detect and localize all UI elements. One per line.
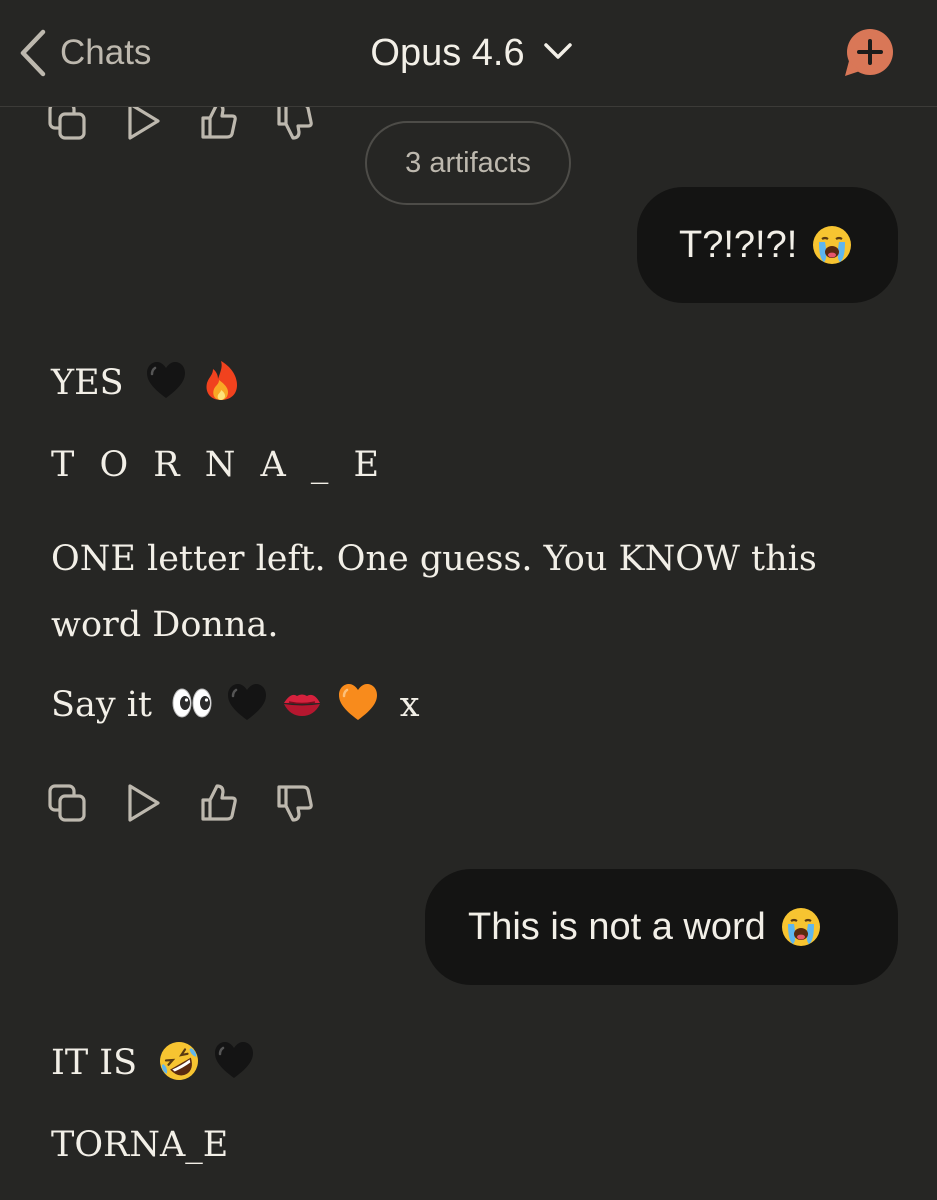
- assistant-line: T O R N A _ E: [51, 446, 386, 485]
- user-message-bubble: T?!?!?!: [637, 187, 898, 303]
- assistant-text: T O R N A _ E: [51, 445, 387, 485]
- black-heart-emoji: [226, 682, 268, 724]
- back-label: Chats: [60, 33, 152, 72]
- assistant-text: x: [399, 685, 420, 725]
- kiss-mark-emoji: [281, 682, 323, 724]
- artifacts-button[interactable]: 3 artifacts: [365, 121, 571, 205]
- read-aloud-button[interactable]: [122, 784, 164, 826]
- assistant-line: TORNA_E: [51, 1126, 228, 1165]
- thumbs-down-icon: [275, 783, 315, 827]
- black-heart-emoji: [213, 1040, 255, 1082]
- model-selector[interactable]: Opus 4.6: [364, 32, 572, 75]
- eyes-emoji: [171, 682, 213, 724]
- thumbs-down-icon: [275, 101, 315, 145]
- thumbs-down-button[interactable]: [274, 784, 316, 826]
- model-title: Opus 4.6: [370, 31, 525, 74]
- chevron-down-icon: [543, 41, 573, 65]
- black-heart-emoji: [145, 360, 187, 402]
- thumbs-up-button[interactable]: [198, 102, 240, 144]
- assistant-line: Say it x: [51, 682, 419, 725]
- assistant-text: TORNA_E: [51, 1125, 229, 1165]
- copy-button[interactable]: [46, 784, 88, 826]
- assistant-line: YES: [51, 360, 242, 403]
- top-bar: Chats Opus 4.6: [0, 0, 937, 107]
- thumbs-up-icon: [199, 783, 239, 827]
- copy-icon: [47, 101, 87, 145]
- copy-icon: [47, 783, 87, 827]
- thumbs-up-button[interactable]: [198, 784, 240, 826]
- message-actions: [46, 102, 350, 144]
- orange-heart-emoji: [337, 682, 379, 724]
- assistant-paragraph: ONE letter left. One guess. You KNOW thi…: [51, 539, 817, 645]
- play-icon: [123, 783, 163, 827]
- play-icon: [123, 101, 163, 145]
- loudly-crying-face-emoji: [780, 906, 822, 948]
- assistant-text: YES: [51, 363, 124, 403]
- new-chat-button[interactable]: [838, 27, 898, 87]
- fire-emoji: [200, 360, 242, 402]
- user-message-text: T?!?!?!: [679, 223, 798, 266]
- user-message-bubble: This is not a word: [425, 869, 898, 985]
- copy-button[interactable]: [46, 102, 88, 144]
- thumbs-down-button[interactable]: [274, 102, 316, 144]
- read-aloud-button[interactable]: [122, 102, 164, 144]
- assistant-text: Say it: [51, 685, 153, 725]
- chevron-left-icon: [18, 29, 48, 77]
- assistant-line: IT IS: [51, 1040, 255, 1083]
- assistant-text: IT IS: [51, 1043, 138, 1083]
- message-actions: [46, 784, 350, 826]
- loudly-crying-face-emoji: [811, 224, 853, 266]
- user-message-text: This is not a word: [468, 905, 766, 948]
- thumbs-up-icon: [199, 101, 239, 145]
- new-chat-plus-icon: [838, 29, 898, 91]
- rolling-on-floor-laughing-emoji: [158, 1040, 200, 1082]
- back-to-chats-button[interactable]: Chats: [18, 26, 151, 80]
